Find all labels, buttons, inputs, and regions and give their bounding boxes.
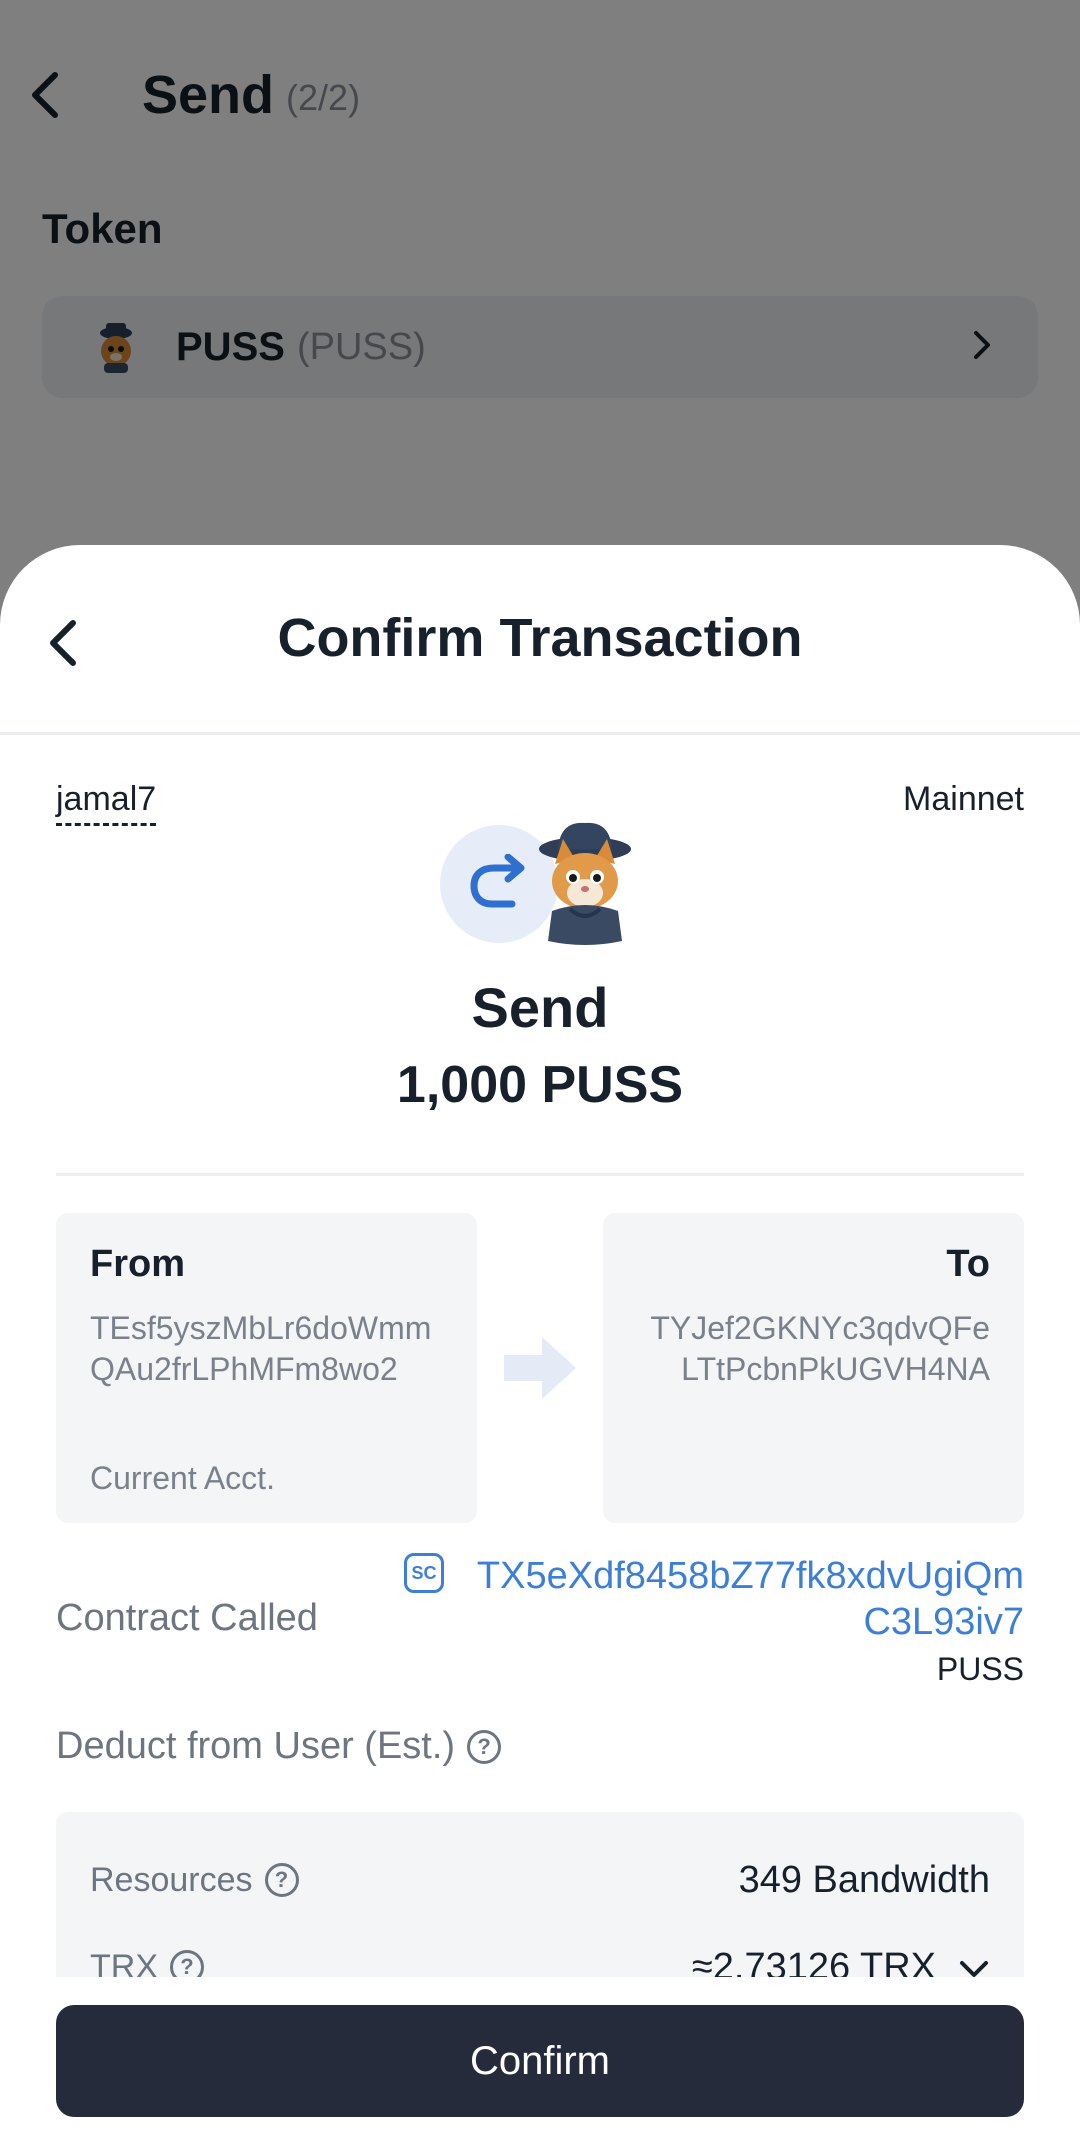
fee-value: 349 Bandwidth (738, 1858, 990, 1901)
from-title: From (90, 1243, 185, 1285)
screen: Send (2/2) Token PUSS (PUSS) (0, 0, 1080, 2131)
to-title: To (946, 1243, 990, 1285)
fee-row-resources: Resources ? 349 Bandwidth (90, 1850, 990, 1910)
amount-label: 1,000 PUSS (396, 1056, 684, 1114)
sheet-title: Confirm Transaction (277, 608, 803, 668)
arrow-right-icon (502, 1335, 578, 1401)
from-note: Current Acct. (90, 1460, 275, 1496)
footer: Confirm (0, 1977, 1080, 2131)
account-name[interactable]: jamal7 (56, 780, 157, 826)
deduct-label-text: Deduct from User (Est.) (56, 1725, 456, 1767)
help-icon[interactable]: ? (264, 1863, 299, 1897)
to-address: TYJef2GKNYc3qdvQFeLTtPcbnPkUGVH4NA (650, 1310, 990, 1387)
sheet-header: Confirm Transaction (0, 545, 1080, 735)
confirm-button[interactable]: Confirm (56, 2005, 1024, 2117)
contract-label: Contract Called (56, 1597, 318, 1639)
help-icon[interactable]: ? (467, 1729, 502, 1764)
fee-key-text: Resources (90, 1860, 253, 1899)
transaction-icons (440, 822, 640, 955)
contract-token: PUSS (936, 1651, 1024, 1687)
divider (56, 1173, 1024, 1176)
contract-address-link[interactable]: TX5eXdf8458bZ77fk8xdvUgiQmC3L93iv7 (404, 1553, 1024, 1645)
contract-info: SC TX5eXdf8458bZ77fk8xdvUgiQmC3L93iv7 PU… (404, 1553, 1024, 1688)
action-label: Send (471, 976, 609, 1039)
confirm-transaction-sheet: Confirm Transaction jamal7 Mainnet Send … (0, 545, 1080, 2131)
fee-key: Resources ? (90, 1861, 299, 1900)
from-address: TEsf5yszMbLr6doWmmQAu2frLPhMFm8wo2 (90, 1310, 432, 1387)
puss-token-icon (530, 819, 640, 949)
to-card: To TYJef2GKNYc3qdvQFeLTtPcbnPkUGVH4NA (603, 1213, 1024, 1523)
from-card: From TEsf5yszMbLr6doWmmQAu2frLPhMFm8wo2 … (56, 1213, 477, 1523)
deduct-label: Deduct from User (Est.) ? (56, 1725, 502, 1768)
smart-contract-icon: SC (404, 1553, 444, 1593)
network-label: Mainnet (903, 780, 1024, 818)
